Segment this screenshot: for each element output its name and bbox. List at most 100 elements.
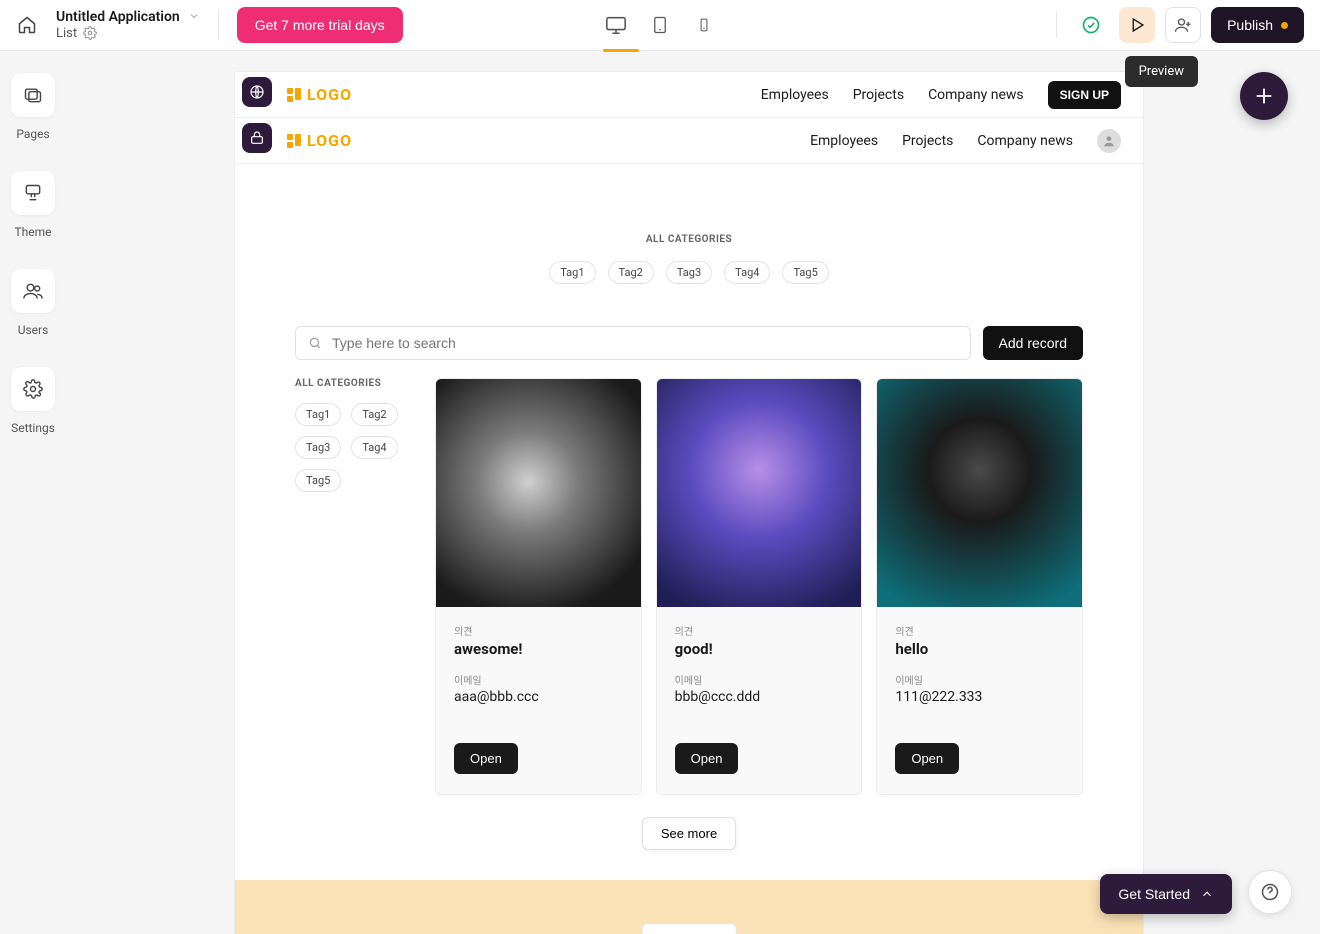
card-body: 의견 awesome! 이메일 aaa@bbb.ccc Open — [436, 607, 641, 794]
chevron-down-icon — [188, 10, 200, 25]
app-title-block: Untitled Application List — [56, 9, 200, 41]
get-started-button[interactable]: Get Started — [1100, 874, 1232, 914]
see-more-button[interactable]: See more — [642, 817, 736, 850]
open-button[interactable]: Open — [895, 743, 959, 774]
card[interactable]: 의견 hello 이메일 111@222.333 Open — [876, 378, 1083, 795]
card-body: 의견 good! 이메일 bbb@ccc.ddd Open — [657, 607, 862, 794]
preview-button[interactable] — [1119, 7, 1155, 43]
device-mobile-button[interactable] — [693, 14, 715, 36]
card-image — [657, 379, 862, 607]
sidebar-item-settings[interactable]: Settings — [11, 367, 55, 435]
theme-icon — [23, 183, 43, 203]
nav-link-projects[interactable]: Projects — [902, 133, 953, 149]
sidebar-item-theme[interactable]: Theme — [11, 171, 55, 239]
sidebar-item-pages[interactable]: Pages — [11, 73, 55, 141]
card[interactable]: 의견 awesome! 이메일 aaa@bbb.ccc Open — [435, 378, 642, 795]
opinion-value: hello — [895, 640, 1064, 658]
opinion-label: 의견 — [675, 623, 844, 638]
app-sub-label: List — [56, 26, 77, 42]
publish-label: Publish — [1227, 17, 1273, 33]
opinion-label: 의견 — [454, 623, 623, 638]
tag[interactable]: Tag3 — [295, 436, 341, 459]
tablet-icon — [651, 14, 669, 36]
tag[interactable]: Tag4 — [724, 261, 770, 284]
nav-links: Employees Projects Company news SIGN UP — [761, 81, 1121, 109]
nav-link-company-news[interactable]: Company news — [977, 133, 1073, 149]
canvas[interactable]: LOGO Employees Projects Company news SIG… — [234, 71, 1144, 934]
opinion-label: 의견 — [895, 623, 1064, 638]
gear-icon — [83, 26, 97, 40]
separator — [1056, 12, 1057, 38]
tag[interactable]: Tag5 — [782, 261, 828, 284]
publish-button[interactable]: Publish — [1211, 7, 1304, 43]
nav-link-employees[interactable]: Employees — [810, 133, 878, 149]
device-tablet-button[interactable] — [649, 14, 671, 36]
tag[interactable]: Tag4 — [351, 436, 397, 459]
app-title-row[interactable]: Untitled Application — [56, 9, 200, 26]
sidebar-label: Theme — [14, 225, 51, 239]
logo-text: LOGO — [307, 131, 352, 150]
search-input[interactable] — [332, 335, 958, 351]
tag[interactable]: Tag3 — [666, 261, 712, 284]
plus-icon — [1253, 85, 1275, 107]
tag[interactable]: Tag1 — [295, 403, 341, 426]
mode-chips — [242, 77, 272, 153]
nav-link-projects[interactable]: Projects — [853, 87, 904, 103]
email-label: 이메일 — [454, 672, 623, 687]
trial-button[interactable]: Get 7 more trial days — [237, 7, 403, 43]
tag[interactable]: Tag2 — [608, 261, 654, 284]
canvas-wrap: LOGO Employees Projects Company news SIG… — [66, 51, 1320, 934]
check-circle-icon — [1081, 15, 1101, 35]
onclick-chip[interactable]: ON CLICK — [642, 923, 737, 934]
open-button[interactable]: Open — [675, 743, 739, 774]
nav-link-employees[interactable]: Employees — [761, 87, 829, 103]
logo-glyph-icon — [287, 88, 301, 102]
lock-icon — [249, 130, 265, 146]
tag-row: Tag1 Tag2 Tag3 Tag4 Tag5 — [235, 261, 1143, 284]
get-started-label: Get Started — [1118, 886, 1190, 902]
home-icon — [17, 15, 37, 35]
tag-grid: Tag1 Tag2 Tag3 Tag4 Tag5 — [295, 403, 415, 492]
preview-tooltip: Preview — [1125, 56, 1198, 87]
tag[interactable]: Tag1 — [549, 261, 595, 284]
sidebar-item-users[interactable]: Users — [11, 269, 55, 337]
nav-row-public: LOGO Employees Projects Company news SIG… — [235, 72, 1143, 118]
logo[interactable]: LOGO — [287, 85, 352, 104]
topbar: Untitled Application List Get 7 more tri… — [0, 0, 1320, 51]
sidebar-label: Settings — [11, 421, 55, 435]
add-fab[interactable] — [1240, 72, 1288, 120]
app-title: Untitled Application — [56, 9, 180, 26]
all-categories-section: ALL CATEGORIES Tag1 Tag2 Tag3 Tag4 Tag5 — [235, 164, 1143, 284]
tag[interactable]: Tag5 — [295, 469, 341, 492]
email-value: bbb@ccc.ddd — [675, 689, 844, 705]
user-plus-icon — [1174, 16, 1192, 34]
card-image — [877, 379, 1082, 607]
search-box[interactable] — [295, 326, 971, 360]
sidebar-tile — [11, 73, 55, 117]
status-ok-button[interactable] — [1073, 7, 1109, 43]
email-label: 이메일 — [675, 672, 844, 687]
globe-icon — [249, 84, 265, 100]
device-desktop-button[interactable] — [605, 14, 627, 36]
home-button[interactable] — [16, 14, 38, 36]
add-record-button[interactable]: Add record — [983, 326, 1083, 360]
tag[interactable]: Tag2 — [351, 403, 397, 426]
logo[interactable]: LOGO — [287, 131, 352, 150]
private-mode-chip[interactable] — [242, 123, 272, 153]
public-mode-chip[interactable] — [242, 77, 272, 107]
app-sub-row[interactable]: List — [56, 26, 200, 42]
users-icon — [23, 281, 43, 301]
all-categories-label: ALL CATEGORIES — [295, 378, 415, 389]
topbar-right: Publish — [1056, 7, 1304, 43]
cards: 의견 awesome! 이메일 aaa@bbb.ccc Open 의견 good… — [435, 378, 1083, 795]
avatar[interactable] — [1097, 129, 1121, 153]
nav-link-company-news[interactable]: Company news — [928, 87, 1024, 103]
invite-user-button[interactable] — [1165, 7, 1201, 43]
help-button[interactable] — [1248, 870, 1292, 914]
open-button[interactable]: Open — [454, 743, 518, 774]
publish-status-dot — [1281, 22, 1288, 29]
signup-button[interactable]: SIGN UP — [1048, 81, 1121, 109]
search-icon — [308, 336, 322, 350]
card[interactable]: 의견 good! 이메일 bbb@ccc.ddd Open — [656, 378, 863, 795]
desktop-icon — [605, 14, 627, 36]
